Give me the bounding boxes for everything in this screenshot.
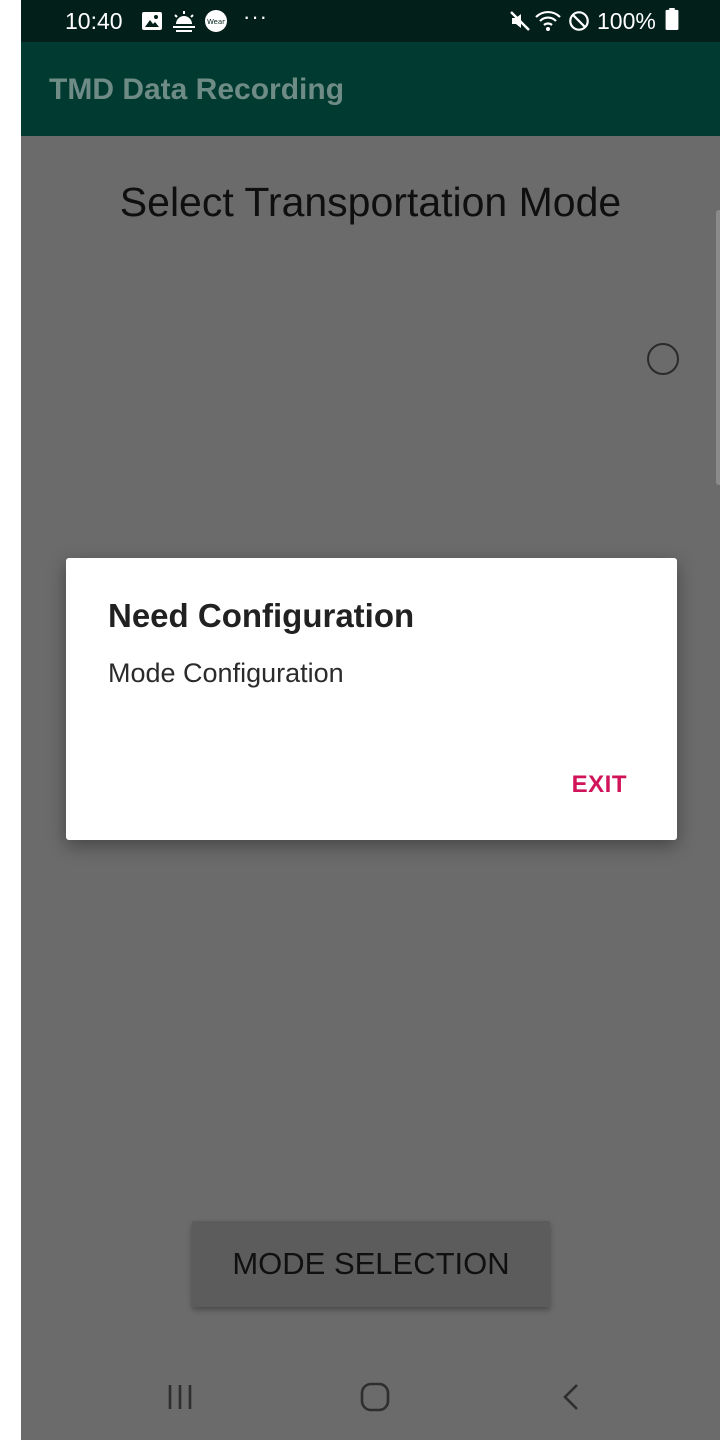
content-title: Select Transportation Mode [119,179,622,225]
status-bar: 10:40 Wear ··· 100% [21,0,720,42]
mode-radio-button[interactable] [647,343,679,375]
more-notifications-icon: ··· [243,4,268,29]
recent-apps-icon[interactable] [167,1382,193,1412]
configuration-dialog: Need Configuration Mode Configuration EX… [66,558,677,840]
app-bar: TMD Data Recording [21,42,720,136]
dialog-message: Mode Configuration [108,658,344,688]
battery-icon [665,8,679,30]
app-title: TMD Data Recording [49,73,345,106]
screen: 10:40 Wear ··· 100% TMD Data Recording S… [21,0,720,1440]
svg-text:Wear: Wear [207,18,225,26]
status-time: 10:40 [65,8,123,34]
navigation-bar [21,1356,720,1440]
mute-icon [510,11,530,31]
weather-icon [173,11,195,32]
exit-button[interactable]: EXIT [552,762,647,808]
home-icon[interactable] [360,1382,390,1412]
scroll-indicator[interactable] [716,210,720,485]
dialog-title: Need Configuration [108,597,415,634]
gallery-icon [142,12,162,30]
wear-icon: Wear [205,10,227,32]
mode-selection-button[interactable]: MODE SELECTION [192,1221,550,1307]
wifi-icon [535,10,561,31]
dnd-icon [569,11,589,31]
back-icon[interactable] [561,1382,581,1412]
battery-percentage: 100% [597,8,656,34]
